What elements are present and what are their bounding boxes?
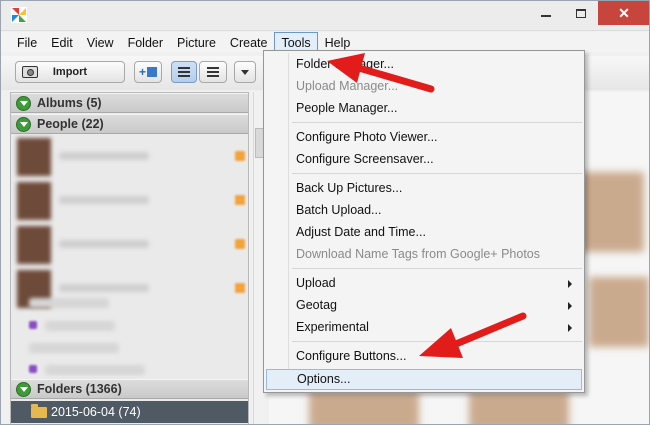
menu-geotag-label: Geotag [296,298,338,312]
menu-view[interactable]: View [80,32,121,52]
selected-folder-row[interactable]: 2015-06-04 (74) [11,401,248,423]
menu-back-up-pictures[interactable]: Back Up Pictures... [266,178,582,199]
group-icon [29,365,37,373]
minimize-icon [541,15,551,17]
person-row[interactable] [11,135,248,179]
view-options-dropdown[interactable] [234,61,256,83]
menu-separator [292,268,582,269]
submenu-arrow-icon [568,302,572,310]
group-icon [29,321,37,329]
albums-section-header[interactable]: Albums (5) [11,93,248,113]
menu-configure-screensaver[interactable]: Configure Screensaver... [266,149,582,170]
tree-list-icon [207,67,219,77]
menu-tools[interactable]: Tools [274,32,318,52]
selected-folder-label: 2015-06-04 (74) [51,405,141,419]
camera-icon [22,66,38,78]
library-panel: Albums (5) People (22) Folders (1366) 20… [10,92,249,424]
menu-upload-label: Upload [296,276,336,290]
person-badge [235,283,245,293]
close-icon: ✕ [618,5,630,21]
menu-picture[interactable]: Picture [170,32,223,52]
person-badge [235,195,245,205]
submenu-arrow-icon [568,324,572,332]
blurred-item [45,365,145,375]
maximize-button[interactable] [564,1,598,25]
person-badge [235,239,245,249]
chevron-down-icon [241,69,249,75]
title-bar: ✕ [1,1,649,31]
albums-label: Albums (5) [37,96,102,110]
people-section-header[interactable]: People (22) [11,114,248,134]
annotation-arrow-configure-buttons [419,312,527,358]
import-button[interactable]: Import [15,61,125,83]
menu-file[interactable]: File [10,32,44,52]
minimize-button[interactable] [528,1,564,25]
person-row[interactable] [11,179,248,223]
photo-thumbnail[interactable] [589,277,649,347]
person-name [59,196,149,204]
menu-options[interactable]: Options... [266,369,582,390]
maximize-icon [576,8,586,18]
person-badge [235,151,245,161]
menu-people-manager[interactable]: People Manager... [266,98,582,119]
menu-download-name-tags: Download Name Tags from Google+ Photos [296,247,541,261]
person-name [59,240,149,248]
menu-create[interactable]: Create [223,32,275,52]
picasa-logo-icon [11,7,27,23]
menu-configure-photo-viewer[interactable]: Configure Photo Viewer... [266,127,582,148]
person-thumbnail [17,182,51,220]
list-icon [178,67,190,77]
menu-adjust-date-time[interactable]: Adjust Date and Time... [266,222,582,243]
folder-icon [31,404,47,418]
photo-thumbnail[interactable] [309,392,419,424]
menu-batch-upload[interactable]: Batch Upload... [266,200,582,221]
annotation-arrow-folder-manager [327,53,435,93]
blurred-section [29,298,109,308]
menu-upload-submenu[interactable]: Upload [266,273,582,294]
folders-label: Folders (1366) [37,382,122,396]
blurred-item [29,343,119,353]
collapse-chevron-icon [16,382,31,397]
person-row[interactable] [11,223,248,267]
menu-separator [292,173,582,174]
menu-edit[interactable]: Edit [44,32,80,52]
application-window: ✕ File Edit View Folder Picture Create T… [0,0,650,425]
menu-folder[interactable]: Folder [121,32,170,52]
album-icon [147,67,157,77]
folders-section-header[interactable]: Folders (1366) [11,379,248,399]
add-to-album-button[interactable]: + [134,61,162,83]
person-thumbnail [17,138,51,176]
collapse-chevron-icon [16,117,31,132]
tree-view-button[interactable] [199,61,227,83]
menu-separator [292,122,582,123]
photo-thumbnail[interactable] [469,392,569,424]
list-view-button[interactable] [171,61,197,83]
person-name [59,284,149,292]
close-button[interactable]: ✕ [598,1,649,25]
blurred-item [45,321,115,331]
collapse-chevron-icon [16,96,31,111]
people-label: People (22) [37,117,104,131]
plus-icon: + [138,65,146,79]
submenu-arrow-icon [568,280,572,288]
menu-experimental-label: Experimental [296,320,369,334]
person-name [59,152,149,160]
import-label: Import [52,66,88,78]
person-thumbnail [17,226,51,264]
